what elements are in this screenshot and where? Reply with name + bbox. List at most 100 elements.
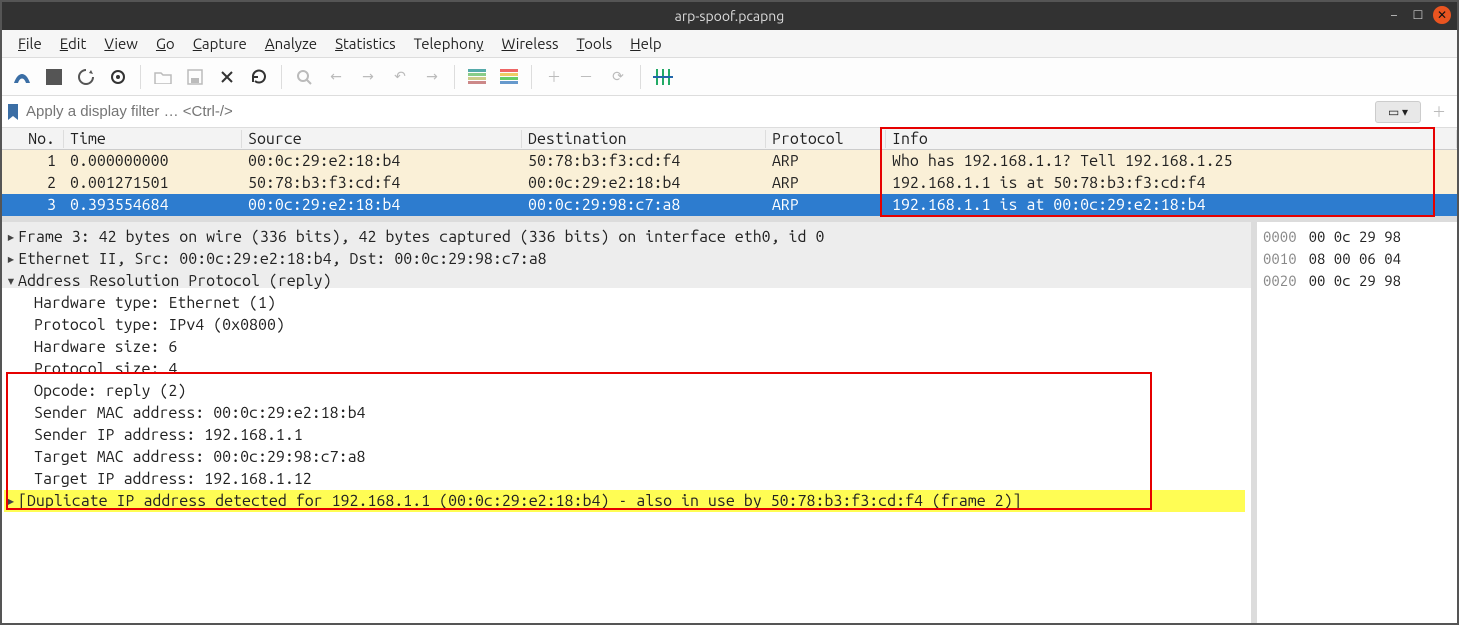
col-info[interactable]: Info [886, 130, 1457, 148]
packet-list-wrap: No. Time Source Destination Protocol Inf… [2, 128, 1457, 222]
packet-row[interactable]: 2 0.001271501 50:78:b3:f3:cd:f4 00:0c:29… [2, 172, 1457, 194]
packet-row[interactable]: 1 0.000000000 00:0c:29:e2:18:b4 50:78:b3… [2, 150, 1457, 172]
tree-sender-mac[interactable]: Sender MAC address: 00:0c:29:e2:18:b4 [4, 402, 1245, 424]
menu-tools[interactable]: Tools [569, 32, 621, 55]
menu-telephony[interactable]: Telephony [406, 32, 492, 55]
menu-statistics[interactable]: Statistics [327, 32, 404, 55]
color-rules-icon[interactable] [495, 63, 523, 91]
close-button[interactable]: ✕ [1433, 6, 1451, 24]
menu-view[interactable]: View [96, 32, 146, 55]
toolbar-divider [140, 65, 141, 89]
tree-eth[interactable]: ▸Ethernet II, Src: 00:0c:29:e2:18:b4, Ds… [4, 248, 1245, 270]
menu-file[interactable]: File [10, 32, 50, 55]
zoom-reset-icon[interactable]: ⟳ [604, 63, 632, 91]
menu-edit[interactable]: Edit [52, 32, 95, 55]
cell-proto: ARP [766, 152, 886, 170]
cell-info: 192.168.1.1 is at 00:0c:29:e2:18:b4 [886, 196, 1457, 214]
minimize-button[interactable]: – [1385, 6, 1403, 24]
menu-capture[interactable]: Capture [185, 32, 255, 55]
toolbar-divider [281, 65, 282, 89]
tree-hw-type[interactable]: Hardware type: Ethernet (1) [4, 292, 1245, 314]
cell-info: Who has 192.168.1.1? Tell 192.168.1.25 [886, 152, 1457, 170]
packet-row-selected[interactable]: 3 0.393554684 00:0c:29:e2:18:b4 00:0c:29… [2, 194, 1457, 216]
bookmark-icon[interactable] [6, 103, 20, 121]
zoom-out-icon[interactable]: － [572, 63, 600, 91]
app-window: arp-spoof.pcapng – ☐ ✕ File Edit View Go… [0, 0, 1459, 625]
menubar: File Edit View Go Capture Analyze Statis… [2, 30, 1457, 58]
packet-details[interactable]: ▸Frame 3: 42 bytes on wire (336 bits), 4… [2, 222, 1257, 623]
maximize-button[interactable]: ☐ [1409, 6, 1427, 24]
packet-header: No. Time Source Destination Protocol Inf… [2, 128, 1457, 150]
cell-no: 1 [2, 152, 64, 170]
cell-no: 3 [2, 196, 64, 214]
fin-icon[interactable] [8, 63, 36, 91]
tree-arp[interactable]: ▾Address Resolution Protocol (reply) [4, 270, 1245, 292]
col-proto[interactable]: Protocol [766, 130, 886, 148]
tree-frame[interactable]: ▸Frame 3: 42 bytes on wire (336 bits), 4… [4, 226, 1245, 248]
cell-no: 2 [2, 174, 64, 192]
cell-proto: ARP [766, 174, 886, 192]
toolbar-divider [531, 65, 532, 89]
cell-time: 0.001271501 [64, 174, 242, 192]
toolbar-divider [640, 65, 641, 89]
hex-offset: 0010 [1263, 250, 1297, 267]
toolbar: ← → ↶ → ＋ － ⟳ [2, 58, 1457, 96]
tree-sender-ip[interactable]: Sender IP address: 192.168.1.1 [4, 424, 1245, 446]
reload-icon[interactable] [245, 63, 273, 91]
filter-bar: ▭ ▾ ＋ [2, 96, 1457, 128]
filter-apply-button[interactable]: ▭ ▾ [1375, 101, 1421, 123]
hex-row[interactable]: 002000 0c 29 98 [1263, 270, 1451, 292]
cell-time: 0.393554684 [64, 196, 242, 214]
restart-icon[interactable] [72, 63, 100, 91]
cell-src: 00:0c:29:e2:18:b4 [242, 196, 522, 214]
prev-icon[interactable]: ← [322, 63, 350, 91]
menu-analyze[interactable]: Analyze [257, 32, 325, 55]
tree-duplicate-ip-warning[interactable]: ▸[Duplicate IP address detected for 192.… [4, 490, 1245, 512]
hex-pane[interactable]: 000000 0c 29 98 001008 00 06 04 002000 0… [1257, 222, 1457, 623]
close-file-icon[interactable] [213, 63, 241, 91]
hex-row[interactable]: 001008 00 06 04 [1263, 248, 1451, 270]
menu-help[interactable]: Help [622, 32, 669, 55]
hex-row[interactable]: 000000 0c 29 98 [1263, 226, 1451, 248]
color-icon[interactable] [463, 63, 491, 91]
open-icon[interactable] [149, 63, 177, 91]
col-src[interactable]: Source [242, 130, 522, 148]
cell-proto: ARP [766, 196, 886, 214]
hex-offset: 0020 [1263, 272, 1297, 289]
tree-target-mac[interactable]: Target MAC address: 00:0c:29:98:c7:a8 [4, 446, 1245, 468]
next-icon[interactable]: → [354, 63, 382, 91]
cell-dst: 50:78:b3:f3:cd:f4 [522, 152, 766, 170]
resize-cols-icon[interactable] [649, 63, 677, 91]
find-icon[interactable] [290, 63, 318, 91]
toolbar-divider [454, 65, 455, 89]
tree-proto-type[interactable]: Protocol type: IPv4 (0x0800) [4, 314, 1245, 336]
options-icon[interactable] [104, 63, 132, 91]
window-title: arp-spoof.pcapng [675, 8, 785, 24]
cell-dst: 00:0c:29:98:c7:a8 [522, 196, 766, 214]
jump-fwd-icon[interactable]: → [418, 63, 446, 91]
tree-proto-size[interactable]: Protocol size: 4 [4, 358, 1245, 380]
col-dst[interactable]: Destination [522, 130, 766, 148]
save-icon[interactable] [181, 63, 209, 91]
cell-dst: 00:0c:29:e2:18:b4 [522, 174, 766, 192]
zoom-in-icon[interactable]: ＋ [540, 63, 568, 91]
menu-go[interactable]: Go [148, 32, 183, 55]
tree-hw-size[interactable]: Hardware size: 6 [4, 336, 1245, 358]
mid-panes: ▸Frame 3: 42 bytes on wire (336 bits), 4… [2, 222, 1457, 623]
cell-src: 50:78:b3:f3:cd:f4 [242, 174, 522, 192]
col-time[interactable]: Time [64, 130, 242, 148]
display-filter-input[interactable] [24, 99, 1371, 124]
titlebar: arp-spoof.pcapng – ☐ ✕ [2, 2, 1457, 30]
jump-icon[interactable]: ↶ [386, 63, 414, 91]
col-no[interactable]: No. [2, 130, 64, 148]
menu-wireless[interactable]: Wireless [494, 32, 567, 55]
window-controls: – ☐ ✕ [1385, 6, 1451, 24]
cell-time: 0.000000000 [64, 152, 242, 170]
filter-add-button[interactable]: ＋ [1425, 98, 1453, 126]
hex-bytes: 00 0c 29 98 [1309, 228, 1401, 245]
tree-target-ip[interactable]: Target IP address: 192.168.1.12 [4, 468, 1245, 490]
tree-opcode[interactable]: Opcode: reply (2) [4, 380, 1245, 402]
packet-list: No. Time Source Destination Protocol Inf… [2, 128, 1457, 222]
stop-icon[interactable] [40, 63, 68, 91]
cell-src: 00:0c:29:e2:18:b4 [242, 152, 522, 170]
